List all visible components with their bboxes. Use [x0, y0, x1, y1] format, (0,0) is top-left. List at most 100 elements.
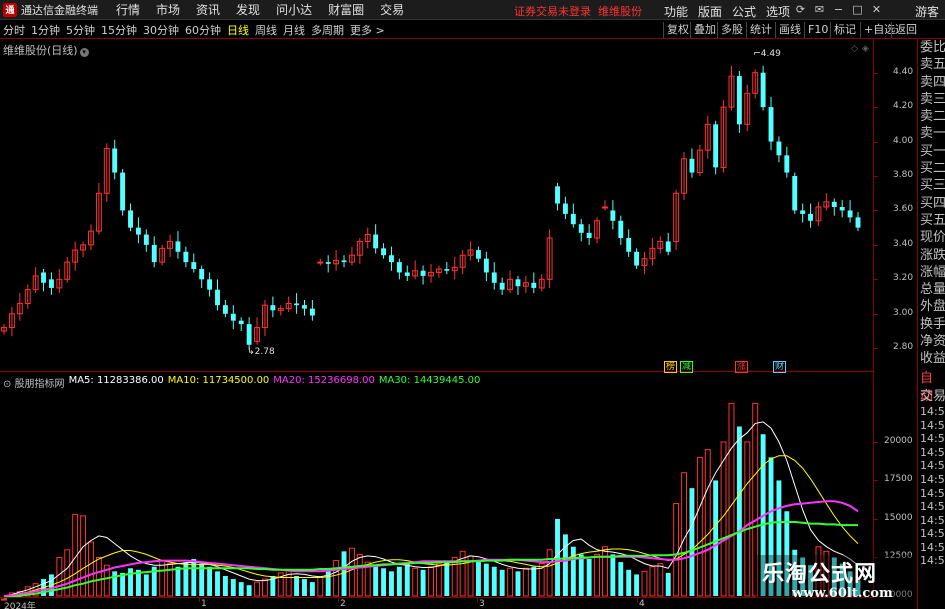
- candle-body-down: [120, 172, 126, 211]
- ma-legend: ⊙ 股朋指标网 MA5: 11283386.00 MA10: 11734500.…: [3, 375, 480, 390]
- volume-bar-up: [428, 566, 434, 597]
- tick-time: 14:56: [920, 500, 945, 514]
- candle-body-down: [626, 238, 632, 252]
- event-tag-rank[interactable]: 榜: [664, 361, 678, 373]
- candle-body-down: [381, 248, 387, 256]
- quote-panel: 委比 卖五 卖四 卖三 卖二 卖一 买一 买二 买三 买四 买五 现价 涨跌 涨幅 总量 外盘 换手 净资 收益 自…: [917, 39, 945, 609]
- candle-body-down: [309, 308, 315, 316]
- volume-bar-down: [396, 566, 402, 596]
- volume-bar-down: [665, 572, 671, 596]
- volume-bar-down: [112, 571, 118, 596]
- candle-body-down: [855, 217, 861, 228]
- volume-bar-up: [507, 567, 514, 597]
- watermark-title: 乐淘公式网: [762, 562, 878, 587]
- date-tick: [637, 598, 638, 602]
- volume-bar-down: [246, 585, 252, 596]
- volume-bar-up: [95, 556, 102, 597]
- candle-body-down: [483, 258, 489, 273]
- price-tick-label: 3.20: [893, 273, 914, 284]
- volume-bar-up: [333, 560, 340, 597]
- volume-bar-up: [285, 569, 292, 597]
- quote-field: 涨幅: [920, 264, 945, 280]
- candle-body-down: [562, 203, 568, 214]
- volume-bar-up: [744, 441, 751, 597]
- candle-body-down: [238, 320, 244, 325]
- volume-bar-down: [309, 582, 315, 596]
- kline-chart[interactable]: [0, 0, 873, 609]
- volume-bar-down: [222, 575, 228, 596]
- candle-body-down: [215, 289, 220, 306]
- event-tag-reduce[interactable]: 减: [680, 361, 694, 373]
- price-tick-mark: [873, 279, 878, 281]
- ma5-legend: MA5: 11283386.00: [68, 375, 164, 386]
- volume-bar-up: [704, 449, 711, 597]
- tick-time: 14:56: [920, 540, 945, 554]
- indicator-toggle[interactable]: ⊙ 股朋指标网: [3, 375, 65, 390]
- volume-bar-up: [451, 556, 458, 597]
- volume-bar-down: [230, 579, 236, 596]
- price-tick-mark: [873, 348, 878, 350]
- volume-bar-up: [657, 563, 664, 597]
- volume-bar-down: [381, 568, 387, 596]
- candle-body-up: [317, 261, 324, 264]
- candle-body-down: [784, 155, 790, 173]
- volume-bar-up: [602, 546, 608, 597]
- volume-bar-up: [64, 549, 71, 597]
- volume-bar-down: [578, 554, 584, 596]
- event-tag-limit-up[interactable]: 涨: [735, 361, 749, 373]
- price-tick-label: 3.40: [893, 238, 914, 249]
- candle-body-down: [531, 282, 537, 288]
- event-tag-finance[interactable]: 财: [773, 361, 787, 373]
- candle-body-down: [373, 234, 379, 249]
- candle-body-down: [191, 262, 197, 269]
- candle-body-down: [420, 270, 426, 276]
- date-tick: [199, 598, 200, 602]
- date-tick: [477, 598, 478, 602]
- volume-bar-down: [736, 426, 742, 596]
- candle-body-down: [207, 279, 213, 290]
- volume-bar-up: [88, 541, 94, 597]
- volume-bar-up: [673, 503, 680, 597]
- volume-bar-down: [294, 575, 300, 596]
- volume-bar-down: [325, 569, 331, 596]
- volume-bar-down: [183, 562, 189, 596]
- quote-field: 总量: [920, 282, 945, 298]
- price-tick-label: 4.20: [893, 101, 914, 112]
- price-tick-label: 4.40: [893, 66, 914, 77]
- tick-time: 14:56: [920, 527, 945, 541]
- candle-body-down: [800, 210, 806, 214]
- candle-body-down: [665, 241, 671, 252]
- volume-bar-down: [515, 571, 521, 596]
- volume-bar-up: [522, 567, 529, 597]
- volume-bar-up: [649, 566, 656, 597]
- volume-bar-up: [254, 581, 260, 597]
- volume-bar-down: [128, 568, 133, 596]
- volume-bar-down: [586, 559, 592, 596]
- tab-trade[interactable]: 交易: [918, 388, 945, 405]
- volume-bar-down: [634, 574, 640, 596]
- price-tick-label: 3.60: [893, 204, 914, 215]
- volume-bar-up: [261, 578, 268, 597]
- volume-bar-up: [167, 563, 174, 597]
- candle-body-down: [389, 255, 394, 263]
- volume-bar-up: [159, 560, 166, 597]
- date-label: 4: [639, 599, 645, 609]
- volume-bar-up: [594, 553, 601, 597]
- candle-body-down: [618, 220, 624, 238]
- tick-time: 14:56: [920, 554, 945, 568]
- candle-body-down: [325, 262, 331, 264]
- tab-auto[interactable]: 自动: [918, 370, 945, 404]
- candle-body-down: [151, 244, 157, 263]
- candle-body-down: [199, 269, 205, 280]
- candle-body-down: [689, 158, 695, 173]
- candle-body-down: [246, 324, 252, 345]
- back-button[interactable]: 返回: [891, 22, 920, 38]
- tick-time: 14:56: [920, 418, 945, 432]
- candle-body-down: [270, 305, 276, 311]
- guest-user[interactable]: 游客: [915, 3, 939, 20]
- volume-bar-up: [412, 567, 419, 597]
- volume-bar-up: [728, 402, 735, 597]
- candle-body-down: [578, 224, 584, 233]
- candle-body-down: [341, 260, 347, 263]
- quote-field: 卖四: [920, 74, 945, 90]
